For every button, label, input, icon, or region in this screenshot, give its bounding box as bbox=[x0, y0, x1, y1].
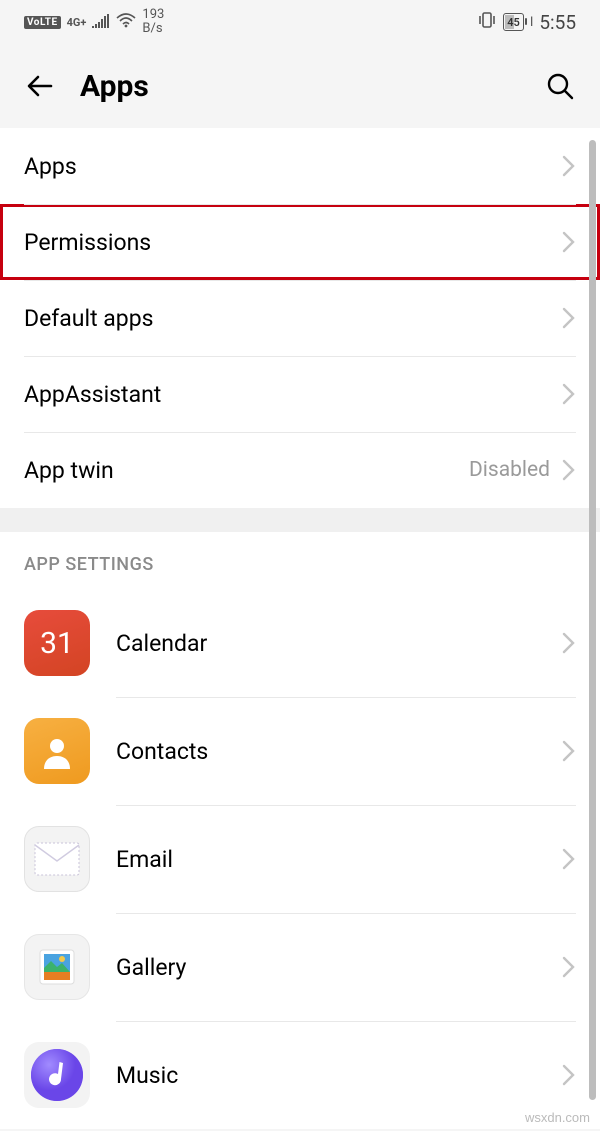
volte-badge: VoLTE bbox=[24, 16, 61, 29]
battery-level: 45 bbox=[507, 16, 520, 29]
app-row-music[interactable]: Music bbox=[0, 1021, 600, 1129]
chevron-right-icon bbox=[562, 1064, 576, 1086]
chevron-right-icon bbox=[562, 383, 576, 405]
vibrate-icon bbox=[477, 11, 497, 33]
row-app-assistant[interactable]: AppAssistant bbox=[0, 356, 600, 432]
row-default-apps[interactable]: Default apps bbox=[0, 280, 600, 356]
row-label: Permissions bbox=[24, 229, 562, 256]
gallery-icon bbox=[24, 934, 90, 1000]
search-button[interactable] bbox=[540, 66, 580, 106]
row-label: Apps bbox=[24, 153, 562, 180]
chevron-right-icon bbox=[562, 155, 576, 177]
wifi-icon bbox=[116, 13, 136, 32]
section-title: APP SETTINGS bbox=[0, 532, 600, 589]
chevron-right-icon bbox=[562, 848, 576, 870]
chevron-right-icon bbox=[562, 231, 576, 253]
app-label: Gallery bbox=[116, 954, 562, 981]
network-type: 4G+ bbox=[67, 17, 87, 28]
app-row-gallery[interactable]: Gallery bbox=[0, 913, 600, 1021]
signal-icon bbox=[92, 13, 110, 32]
chevron-right-icon bbox=[562, 307, 576, 329]
email-icon bbox=[24, 826, 90, 892]
row-app-twin[interactable]: App twin Disabled bbox=[0, 432, 600, 508]
row-permissions[interactable]: Permissions bbox=[0, 204, 600, 280]
back-arrow-icon bbox=[25, 71, 55, 101]
status-left: VoLTE 4G+ 193 B/s bbox=[24, 8, 164, 35]
app-settings-section: APP SETTINGS 31 Calendar Contacts Email bbox=[0, 532, 600, 1129]
page-title: Apps bbox=[80, 69, 520, 104]
watermark: wsxdn.com bbox=[525, 1110, 590, 1125]
section-gap bbox=[0, 508, 600, 532]
settings-list: Apps Permissions Default apps AppAssista… bbox=[0, 128, 600, 508]
app-label: Contacts bbox=[116, 738, 562, 765]
app-row-calendar[interactable]: 31 Calendar bbox=[0, 589, 600, 697]
status-bar: VoLTE 4G+ 193 B/s 45 I 5:55 bbox=[0, 0, 600, 44]
battery-icon: 45 bbox=[503, 13, 524, 31]
clock: 5:55 bbox=[539, 11, 576, 34]
row-apps[interactable]: Apps bbox=[0, 128, 600, 204]
app-header: Apps bbox=[0, 44, 600, 128]
scrollbar[interactable] bbox=[589, 140, 596, 1100]
calendar-date: 31 bbox=[40, 626, 74, 661]
row-label: AppAssistant bbox=[24, 381, 562, 408]
row-value: Disabled bbox=[469, 458, 550, 482]
calendar-icon: 31 bbox=[24, 610, 90, 676]
search-icon bbox=[545, 71, 575, 101]
app-label: Music bbox=[116, 1062, 562, 1089]
app-label: Email bbox=[116, 846, 562, 873]
app-row-contacts[interactable]: Contacts bbox=[0, 697, 600, 805]
speed-unit: B/s bbox=[142, 22, 164, 36]
app-row-email[interactable]: Email bbox=[0, 805, 600, 913]
chevron-right-icon bbox=[562, 632, 576, 654]
row-label: App twin bbox=[24, 457, 469, 484]
app-label: Calendar bbox=[116, 630, 562, 657]
speed-value: 193 bbox=[142, 8, 164, 22]
chevron-right-icon bbox=[562, 740, 576, 762]
chevron-right-icon bbox=[562, 459, 576, 481]
music-icon bbox=[24, 1042, 90, 1108]
back-button[interactable] bbox=[20, 66, 60, 106]
row-label: Default apps bbox=[24, 305, 562, 332]
contacts-icon bbox=[24, 718, 90, 784]
network-speed: 193 B/s bbox=[142, 8, 164, 35]
chevron-right-icon bbox=[562, 956, 576, 978]
status-right: 45 I 5:55 bbox=[477, 11, 576, 34]
